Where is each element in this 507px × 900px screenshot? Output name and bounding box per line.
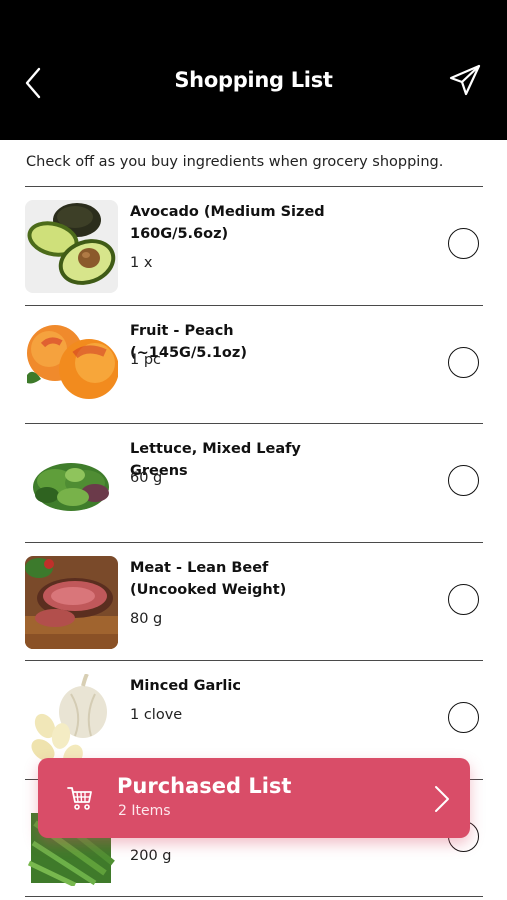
item-name: Fruit - Peach (~145G/5.1oz) bbox=[130, 322, 247, 361]
chevron-right-icon bbox=[435, 786, 449, 812]
item-quantity: 1 clove bbox=[130, 707, 183, 723]
item-quantity: 1 pc bbox=[130, 351, 162, 368]
peach-image bbox=[25, 318, 118, 412]
paper-plane-icon bbox=[449, 64, 481, 96]
check-off-toggle[interactable] bbox=[448, 583, 479, 615]
item-quantity: 60 g bbox=[130, 470, 163, 486]
item-name: Avocado (Medium Sized 160G/5.6oz) bbox=[130, 204, 325, 242]
list-item: Lettuce, Mixed Leafy Greens 60 g bbox=[25, 423, 483, 542]
app-header: Shopping List bbox=[0, 0, 507, 140]
check-off-toggle[interactable] bbox=[448, 465, 479, 496]
item-quantity: 200 g bbox=[130, 847, 172, 864]
item-name: Minced Garlic bbox=[130, 678, 241, 694]
instructions-text: Check off as you buy ingredients when gr… bbox=[26, 154, 444, 170]
list-item: Meat - Lean Beef (Uncooked Weight) 80 g bbox=[25, 541, 483, 661]
item-name: Meat - Lean Beef (Uncooked Weight) bbox=[130, 559, 287, 598]
page-title: Shopping List bbox=[174, 68, 333, 92]
shopping-cart-icon bbox=[67, 787, 92, 810]
garlic-image bbox=[25, 674, 118, 767]
item-quantity: 1 x bbox=[130, 255, 153, 271]
check-off-toggle[interactable] bbox=[448, 228, 479, 259]
check-off-toggle[interactable] bbox=[448, 346, 479, 378]
list-item: Fruit - Peach (~145G/5.1oz) 1 pc bbox=[25, 304, 483, 424]
purchased-list-title: Purchased List bbox=[117, 774, 292, 798]
item-quantity: 80 g bbox=[130, 610, 163, 627]
list-item: Avocado (Medium Sized 160G/5.6oz) 1 x bbox=[25, 186, 483, 305]
purchased-list-button[interactable]: Purchased List 2 Items bbox=[38, 758, 470, 838]
share-button[interactable] bbox=[447, 62, 483, 98]
avocado-image bbox=[25, 200, 118, 293]
purchased-item-count: 2 Items bbox=[118, 803, 171, 819]
check-off-toggle[interactable] bbox=[448, 702, 479, 733]
beef-image bbox=[25, 555, 118, 649]
lettuce-image bbox=[25, 437, 118, 530]
